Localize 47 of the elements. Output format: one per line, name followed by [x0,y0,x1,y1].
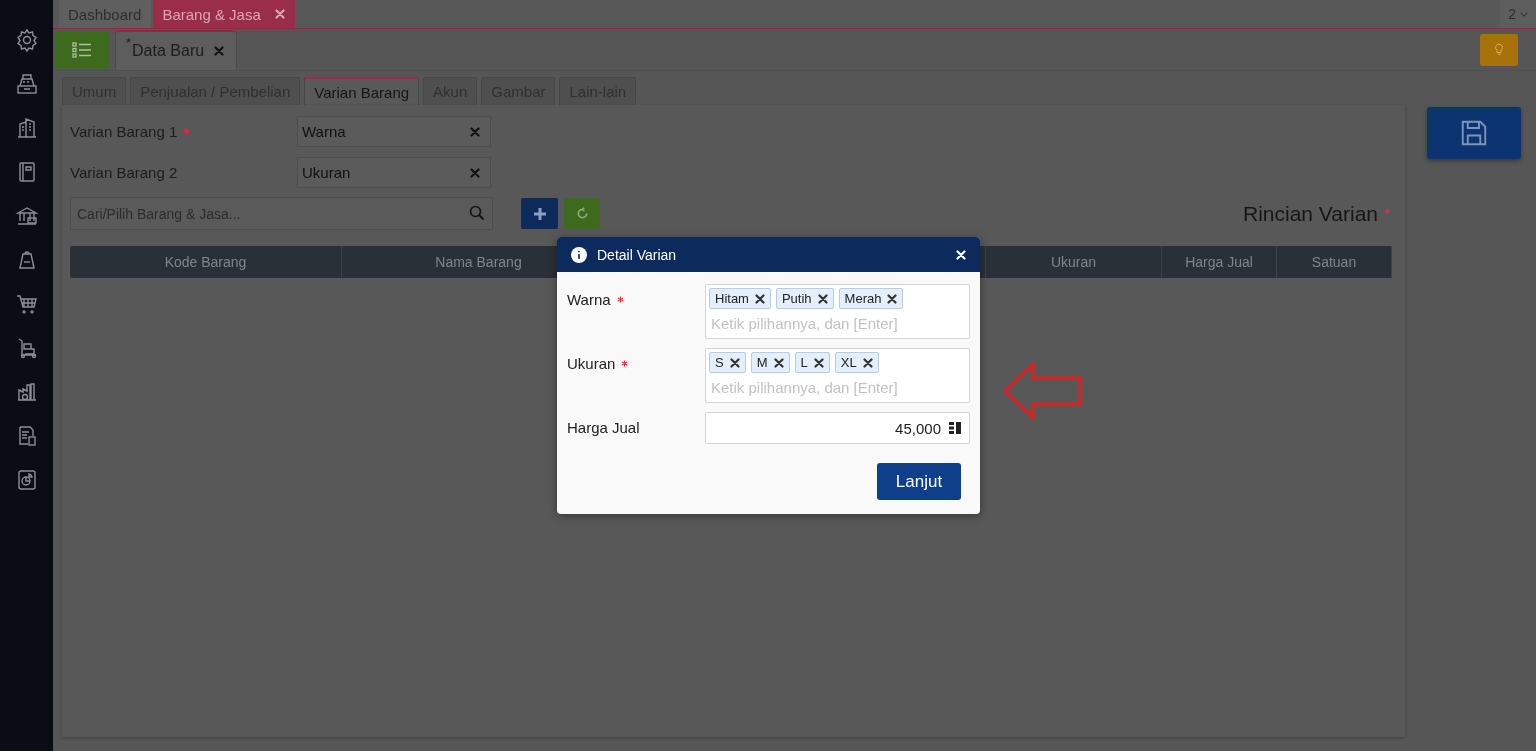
close-icon[interactable] [729,357,740,368]
column-header: Kode Barang [164,254,247,270]
tag-chip[interactable]: Putih [775,288,834,309]
column-header: Nama Barang [435,254,522,270]
tag-chip[interactable]: Merah [838,288,904,309]
list-icon [72,42,92,58]
calculator-icon[interactable] [949,422,961,434]
document-tab[interactable]: *Data Baru [115,30,238,70]
add-button[interactable] [521,198,558,229]
select-field[interactable]: Warna [297,116,491,147]
bank-icon[interactable] [13,204,40,228]
tag-chip[interactable]: XL [834,352,879,373]
close-icon[interactable] [817,293,828,304]
refresh-icon [575,207,589,220]
search-icon [469,205,485,221]
plus-icon [532,206,547,221]
dialog-title: Detail Varian [597,246,678,263]
field-label: Varian Barang 2 [70,164,178,181]
tag-input-field[interactable]: Hitam Putih Merah Ketik pilihannya, dan [Enter] [705,284,970,339]
tag-input-field[interactable]: S M L XL Ketik pilihannya, dan [Enter] [705,348,970,403]
page-tab[interactable]: Barang & Jasa [153,0,295,28]
info-icon [571,246,587,263]
field-label: Varian Barang 1 [70,123,178,140]
price-field[interactable]: 45,000 [705,412,970,444]
field-label: Ukuran [567,355,616,372]
form-tab[interactable]: Varian Barang [304,77,420,105]
list-menu-button[interactable] [55,31,109,69]
close-icon[interactable] [862,357,873,368]
tag-chip[interactable]: S [709,352,746,373]
column-header: Satuan [1311,254,1357,270]
save-button[interactable] [1427,107,1521,159]
close-icon[interactable] [887,293,898,304]
field-label: Warna [567,291,611,308]
tag-chip[interactable]: M [750,352,790,373]
close-icon[interactable] [813,357,824,368]
close-icon[interactable] [754,293,765,304]
column-header: Ukuran [1050,254,1097,270]
section-title: Rincian Varian [1243,201,1378,226]
field-label: Harga Jual [567,419,640,436]
chevron-down-icon [1520,11,1528,17]
lightbulb-icon [1494,42,1504,57]
column-header: Harga Jual [1185,254,1253,270]
continue-button[interactable]: Lanjut [877,463,961,500]
select-field[interactable]: Ukuran [297,157,491,188]
tag-chip[interactable]: Hitam [709,288,771,309]
tag-chip[interactable]: L [794,352,830,373]
close-icon[interactable] [773,357,784,368]
